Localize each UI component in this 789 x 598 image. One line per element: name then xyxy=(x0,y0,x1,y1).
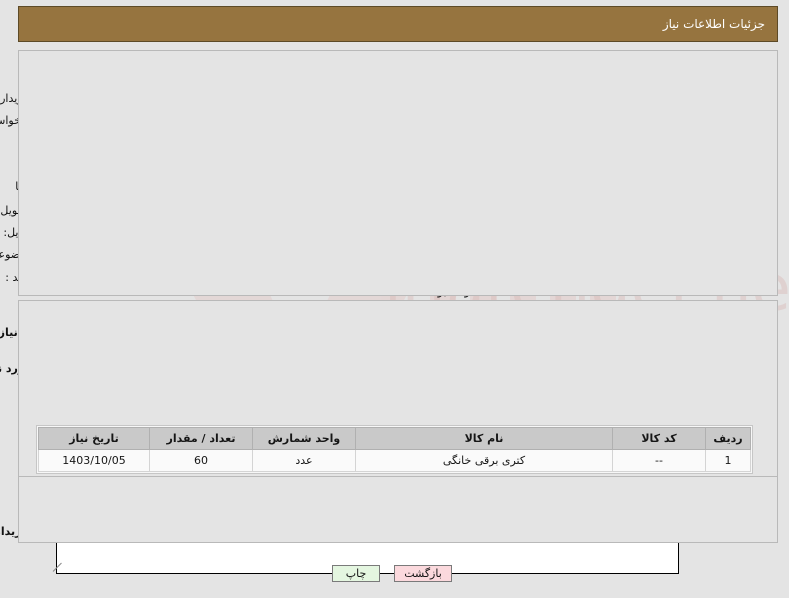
print-button[interactable]: چاپ xyxy=(332,565,380,582)
buyer-notes-panel xyxy=(18,476,778,543)
goods-table: ردیف کد کالا نام کالا واحد شمارش تعداد /… xyxy=(38,427,751,472)
cell-need-date: 1403/10/05 xyxy=(38,449,150,472)
page-title: جزئیات اطلاعات نیاز xyxy=(662,17,765,31)
cell-row: 1 xyxy=(705,449,751,472)
goods-table-wrapper: ردیف کد کالا نام کالا واحد شمارش تعداد /… xyxy=(36,425,753,474)
col-header-code: کد کالا xyxy=(612,427,706,450)
cell-code: -- xyxy=(612,449,706,472)
cell-name: کتری برقی خانگی xyxy=(355,449,613,472)
cell-unit: عدد xyxy=(252,449,356,472)
page-root: iriatender.net جزئیات اطلاعات نیاز شماره… xyxy=(0,0,789,598)
col-header-quantity: تعداد / مقدار xyxy=(149,427,253,450)
back-button[interactable]: بازگشت xyxy=(394,565,452,582)
col-header-unit: واحد شمارش xyxy=(252,427,356,450)
window-title-bar: جزئیات اطلاعات نیاز xyxy=(18,6,778,42)
need-info-panel xyxy=(18,50,778,296)
table-row[interactable]: 1 -- کتری برقی خانگی عدد 60 1403/10/05 xyxy=(38,449,751,472)
cell-quantity: 60 xyxy=(149,449,253,472)
col-header-row: ردیف xyxy=(705,427,751,450)
col-header-need-date: تاریخ نیاز xyxy=(38,427,150,450)
col-header-name: نام کالا xyxy=(355,427,613,450)
table-header-row: ردیف کد کالا نام کالا واحد شمارش تعداد /… xyxy=(38,427,751,450)
